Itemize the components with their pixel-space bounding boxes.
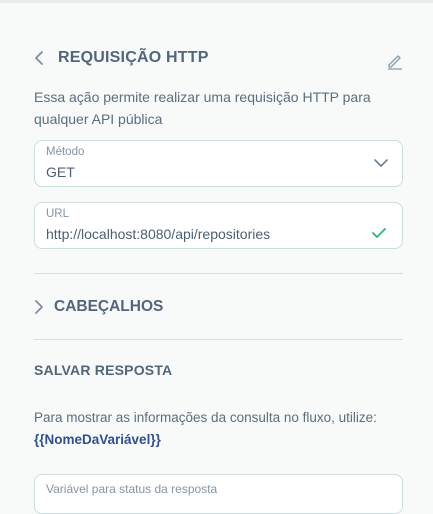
status-variable-field[interactable]: [34, 474, 403, 514]
chevron-down-icon[interactable]: [374, 158, 388, 168]
status-variable-input[interactable]: [46, 482, 386, 496]
headers-section-toggle[interactable]: CABEÇALHOS: [34, 297, 163, 317]
page-title: REQUISIÇÃO HTTP: [58, 49, 209, 66]
chevron-left-icon: [35, 51, 43, 65]
panel-header: REQUISIÇÃO HTTP: [34, 47, 404, 70]
variable-token: {{NomeDaVariável}}: [34, 432, 161, 447]
url-label: URL: [46, 208, 70, 220]
chevron-right-icon: [35, 300, 43, 314]
save-response-description: Para mostrar as informações da consulta …: [34, 407, 414, 451]
method-label: Método: [46, 146, 85, 158]
method-select[interactable]: Método GET: [34, 140, 403, 187]
action-description: Essa ação permite realizar uma requisiçã…: [34, 89, 371, 127]
method-value: GET: [46, 164, 75, 180]
check-icon: [372, 228, 386, 238]
headers-section-label: CABEÇALHOS: [54, 298, 164, 315]
url-input[interactable]: http://localhost:8080/api/repositories: [46, 226, 270, 242]
edit-button[interactable]: [386, 52, 404, 70]
divider: [34, 273, 403, 274]
save-response-text: Para mostrar as informações da consulta …: [34, 410, 377, 425]
back-button[interactable]: [34, 48, 50, 68]
http-request-panel: REQUISIÇÃO HTTP Essa ação permite realiz…: [0, 0, 433, 514]
url-field[interactable]: URL http://localhost:8080/api/repositori…: [34, 202, 403, 249]
save-response-title: SALVAR RESPOSTA: [34, 362, 173, 378]
pencil-icon: [388, 55, 402, 70]
divider: [34, 339, 403, 340]
